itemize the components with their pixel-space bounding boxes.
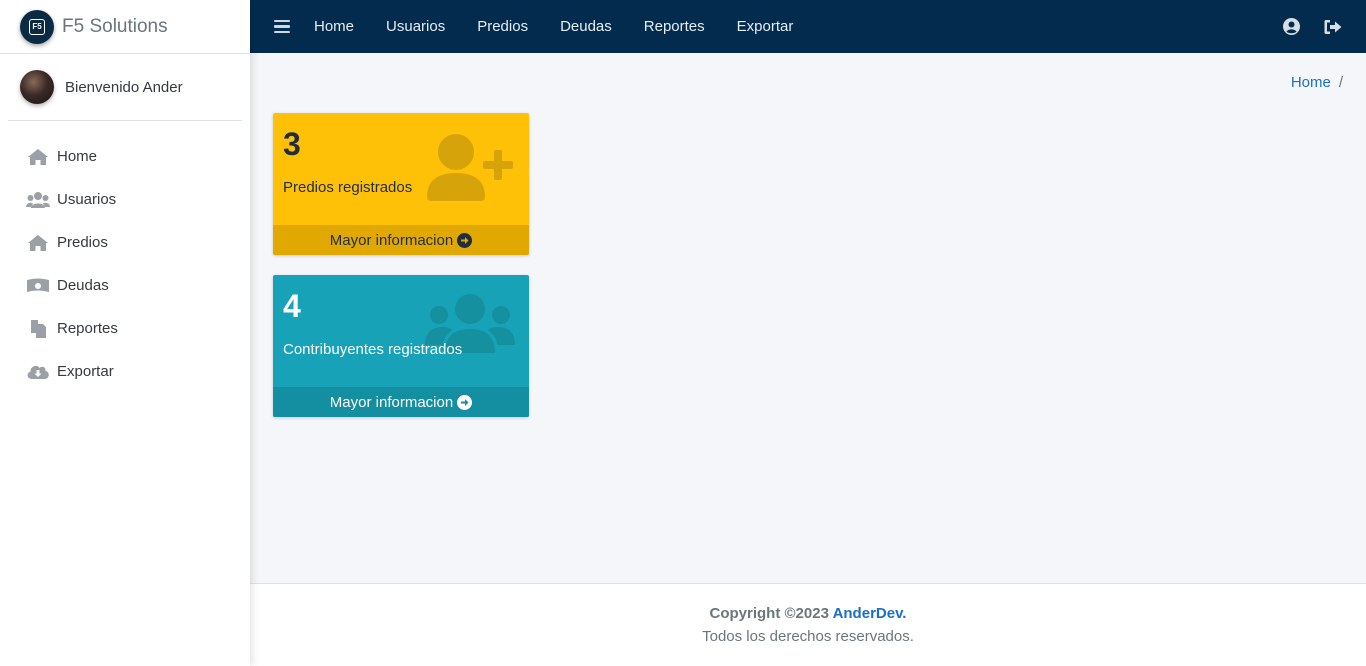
sidebar-item-home[interactable]: Home bbox=[0, 135, 250, 178]
footer-rights: Todos los derechos reservados. bbox=[702, 628, 914, 645]
home-icon bbox=[26, 147, 50, 167]
users-icon bbox=[26, 190, 50, 210]
breadcrumb-home[interactable]: Home bbox=[1291, 74, 1331, 91]
contribuyentes-count: 4 bbox=[283, 288, 301, 324]
user-circle-icon[interactable] bbox=[1282, 18, 1300, 36]
topnav-exportar[interactable]: Exportar bbox=[737, 18, 794, 35]
sidebar-item-label: Reportes bbox=[57, 320, 118, 337]
more-info-label: Mayor informacion bbox=[329, 393, 454, 411]
sign-out-icon[interactable] bbox=[1324, 18, 1342, 36]
topnav-usuarios[interactable]: Usuarios bbox=[386, 18, 445, 35]
brand-logo-text: F5 bbox=[29, 18, 45, 35]
predios-count: 3 bbox=[283, 126, 301, 162]
copyright-text: Copyright ©2023 bbox=[709, 605, 829, 622]
sidebar-item-label: Predios bbox=[57, 234, 108, 251]
predios-stat-box: 3 Predios registrados Mayor informacion bbox=[273, 113, 529, 255]
sidebar-item-deudas[interactable]: Deudas bbox=[0, 264, 250, 307]
brand-logo: F5 bbox=[20, 9, 54, 44]
sidebar-item-label: Exportar bbox=[57, 363, 114, 380]
contribuyentes-label: Contribuyentes registrados bbox=[283, 341, 463, 358]
user-plus-icon bbox=[425, 131, 515, 208]
sidebar-nav: Home Usuarios Predios Deudas Reportes Ex… bbox=[0, 121, 250, 393]
sidebar-item-exportar[interactable]: Exportar bbox=[0, 350, 250, 393]
user-panel: Bienvenido Ander bbox=[8, 54, 242, 121]
contribuyentes-more-info-link[interactable]: Mayor informacion bbox=[273, 387, 529, 417]
author-link[interactable]: AnderDev. bbox=[833, 605, 907, 622]
copy-icon bbox=[26, 319, 50, 339]
topnav-predios[interactable]: Predios bbox=[477, 18, 528, 35]
sidebar-item-reportes[interactable]: Reportes bbox=[0, 307, 250, 350]
topnav-deudas[interactable]: Deudas bbox=[560, 18, 612, 35]
breadcrumb: Home / bbox=[1291, 74, 1343, 91]
home-icon bbox=[26, 233, 50, 253]
money-icon bbox=[26, 276, 50, 296]
more-info-label: Mayor informacion bbox=[329, 231, 454, 249]
sidebar-item-label: Home bbox=[57, 148, 98, 165]
brand-name: F5 Solutions bbox=[62, 15, 168, 37]
cloud-download-icon bbox=[26, 362, 50, 382]
sidebar: F5 F5 Solutions Bienvenido Ander Home Us… bbox=[0, 0, 250, 666]
predios-more-info-link[interactable]: Mayor informacion bbox=[273, 225, 529, 255]
sidebar-item-label: Usuarios bbox=[57, 191, 117, 208]
sidebar-item-predios[interactable]: Predios bbox=[0, 221, 250, 264]
sidebar-item-usuarios[interactable]: Usuarios bbox=[0, 178, 250, 221]
breadcrumb-separator: / bbox=[1338, 74, 1343, 91]
avatar[interactable] bbox=[20, 70, 54, 104]
sidebar-item-label: Deudas bbox=[57, 277, 109, 294]
top-navbar: Home Usuarios Predios Deudas Reportes Ex… bbox=[250, 0, 1366, 53]
topnav-reportes[interactable]: Reportes bbox=[644, 18, 705, 35]
predios-label: Predios registrados bbox=[283, 179, 413, 196]
arrow-circle-right-icon bbox=[457, 394, 473, 410]
menu-toggle-icon[interactable] bbox=[274, 17, 290, 37]
contribuyentes-stat-box: 4 Contribuyentes registrados Mayor infor… bbox=[273, 275, 529, 417]
page-footer: Copyright ©2023 AnderDev. Todos los dere… bbox=[250, 583, 1366, 666]
footer-copyright: Copyright ©2023 AnderDev. bbox=[250, 605, 1366, 622]
topnav-home[interactable]: Home bbox=[314, 18, 354, 35]
brand-link[interactable]: F5 F5 Solutions bbox=[0, 0, 250, 54]
user-welcome[interactable]: Bienvenido Ander bbox=[65, 79, 183, 96]
topnav-right bbox=[1282, 18, 1366, 36]
arrow-circle-right-icon bbox=[457, 232, 473, 248]
